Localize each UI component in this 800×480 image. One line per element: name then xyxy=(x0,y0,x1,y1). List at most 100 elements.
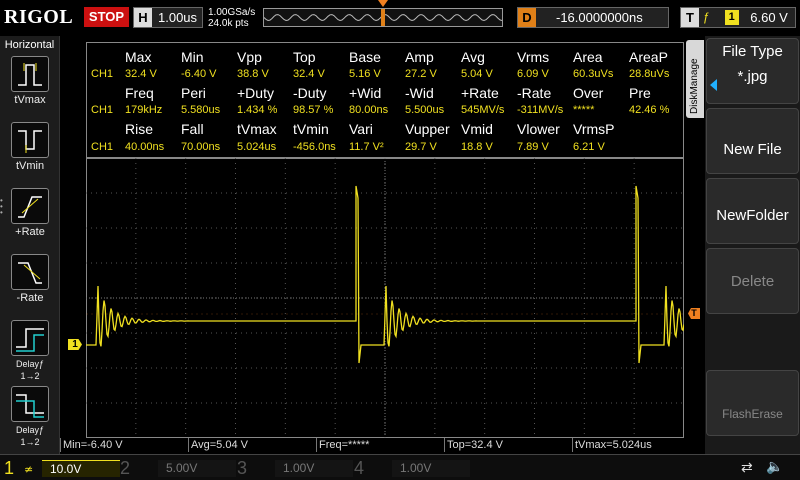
measure-value: ***** xyxy=(573,104,595,116)
measure-value: 70.00ns xyxy=(181,141,221,153)
measure-header: AreaP xyxy=(629,49,668,65)
measure-value: 40.00ns xyxy=(125,141,165,153)
measure-header: Peri xyxy=(181,85,206,101)
measure-value: 7.89 V xyxy=(517,141,549,153)
channel-bar: 1 ≄ 10.0V 2 5.00V 3 1.00V 4 1.00V ⇄ 🔈 xyxy=(0,454,800,480)
negative-rate-label: -Rate xyxy=(16,292,44,304)
measure-value: 5.16 V xyxy=(349,68,381,80)
measure-value: 1.434 % xyxy=(237,104,278,116)
delay-fall-button[interactable]: Delayƒ 1→2 xyxy=(4,386,56,448)
positive-rate-icon xyxy=(11,188,49,224)
trigger-level-marker[interactable]: T xyxy=(688,308,700,319)
measure-header: +Wid xyxy=(349,85,382,101)
measure-header: tVmax xyxy=(237,121,277,137)
positive-rate-button[interactable]: +Rate xyxy=(4,188,56,238)
tvmax-button[interactable]: tVmax xyxy=(4,56,56,106)
measure-header: Rise xyxy=(125,121,154,137)
measure-value: 28.8uVs xyxy=(629,68,670,80)
measure-header: Top xyxy=(293,49,316,65)
memory-depth: 24.0k pts xyxy=(208,18,249,29)
measure-header: VrmsP xyxy=(573,121,615,137)
measure-header: -Duty xyxy=(293,85,327,101)
channel-3-button[interactable]: 3 1.00V xyxy=(237,457,353,479)
measure-value: 38.8 V xyxy=(237,68,269,80)
timebase-value: 1.00us xyxy=(158,10,198,25)
channel-4-number: 4 xyxy=(354,458,365,478)
delay-value: -16.0000000ns xyxy=(556,10,643,25)
trigger-letter: T xyxy=(681,8,699,27)
measurement-table: Max Min Vpp Top Base Amp Avg Vrms Area AreaP CH1 32… xyxy=(86,42,684,158)
tvmax-label: tVmax xyxy=(14,94,46,106)
measure-header: Freq xyxy=(125,85,154,101)
delay-fall-icon xyxy=(11,386,49,422)
measure-value: 60.3uVs xyxy=(573,68,614,80)
measure-value: 5.500us xyxy=(405,104,445,116)
trigger-display[interactable]: T ƒ 1 6.60 V xyxy=(680,7,796,28)
timebase-display[interactable]: H 1.00us xyxy=(133,7,203,28)
delay-rise-icon xyxy=(11,320,49,356)
trigger-level: 6.60 V xyxy=(750,10,788,25)
measure-value: 98.57 % xyxy=(293,104,334,116)
tvmax-icon xyxy=(11,56,49,92)
measure-header: Area xyxy=(573,49,603,65)
horizontal-panel-title: Horizontal xyxy=(4,39,55,51)
measure-value: 179kHz xyxy=(125,104,163,116)
measure-header: Vlower xyxy=(517,121,560,137)
measure-value: 32.4 V xyxy=(293,68,325,80)
measure-header: Pre xyxy=(629,85,651,101)
trigger-source: 1 xyxy=(724,10,739,25)
usb-icon: ⇄ xyxy=(741,459,753,475)
timebase-letter: H xyxy=(134,8,152,27)
measure-value: 80.00ns xyxy=(349,104,389,116)
measure-header: tVmin xyxy=(293,121,329,137)
negative-rate-button[interactable]: -Rate xyxy=(4,254,56,304)
tvmin-button[interactable]: tVmin xyxy=(4,122,56,172)
delay-display[interactable]: D -16.0000000ns xyxy=(517,7,669,28)
channel-2-button[interactable]: 2 5.00V xyxy=(120,457,236,479)
file-type-selector[interactable]: File Type *.jpg xyxy=(706,38,799,104)
horizontal-panel: Horizontal tVmax tVmin • • • +Rate -Rate D… xyxy=(0,36,60,454)
status-avg: Avg=5.04 V xyxy=(188,438,316,452)
channel-3-scale: 1.00V xyxy=(275,460,353,477)
status-top: Top=32.4 V xyxy=(444,438,572,452)
measure-value: 5.024us xyxy=(237,141,277,153)
new-file-button[interactable]: New File xyxy=(706,108,799,174)
speaker-muted-icon[interactable]: 🔈 xyxy=(766,458,783,475)
tvmin-label: tVmin xyxy=(15,160,45,172)
measure-value: 11.7 V² xyxy=(349,141,384,153)
status-tvmax: tVmax=5.024us xyxy=(572,438,700,452)
measure-channel-label: CH1 xyxy=(91,104,114,116)
measure-value: 6.21 V xyxy=(573,141,605,153)
measure-value: -456.0ns xyxy=(293,141,336,153)
run-stop-indicator[interactable]: STOP xyxy=(84,7,129,27)
measure-value: 545MV/s xyxy=(461,104,505,116)
channel-2-scale: 5.00V xyxy=(158,460,236,477)
channel-1-button[interactable]: 1 ≄ 10.0V xyxy=(4,457,120,479)
measure-channel-label: CH1 xyxy=(91,141,114,153)
measure-value: 42.46 % xyxy=(629,104,670,116)
file-type-value: *.jpg xyxy=(737,68,768,85)
measure-value: 5.580us xyxy=(181,104,221,116)
channel-3-number: 3 xyxy=(237,458,248,478)
negative-rate-icon xyxy=(11,254,49,290)
measure-header: Base xyxy=(349,49,381,65)
disk-manage-tab[interactable]: DiskManage xyxy=(686,40,704,118)
trigger-position-marker xyxy=(378,0,388,7)
measure-header: Fall xyxy=(181,121,204,137)
measure-value: 6.09 V xyxy=(517,68,549,80)
top-bar: RIGOL STOP H 1.00us 1.00GSa/s 24.0k pts D… xyxy=(0,0,800,36)
channel-4-button[interactable]: 4 1.00V xyxy=(354,457,470,479)
delay-rise-button[interactable]: Delayƒ 1→2 xyxy=(4,320,56,382)
measure-value: 32.4 V xyxy=(125,68,157,80)
channel-2-number: 2 xyxy=(120,458,131,478)
measure-value: 5.04 V xyxy=(461,68,493,80)
channel-4-scale: 1.00V xyxy=(392,460,470,477)
delete-button[interactable]: Delete xyxy=(706,248,799,314)
positive-rate-label: +Rate xyxy=(15,226,45,238)
flash-erase-button[interactable]: FlashErase xyxy=(706,370,799,436)
select-arrow-icon xyxy=(710,79,717,91)
channel-1-coupling-icon: ≄ xyxy=(24,464,34,476)
ch1-offset-marker[interactable]: 1 xyxy=(68,339,82,350)
channel-1-scale: 10.0V xyxy=(42,460,120,477)
new-folder-button[interactable]: NewFolder xyxy=(706,178,799,244)
